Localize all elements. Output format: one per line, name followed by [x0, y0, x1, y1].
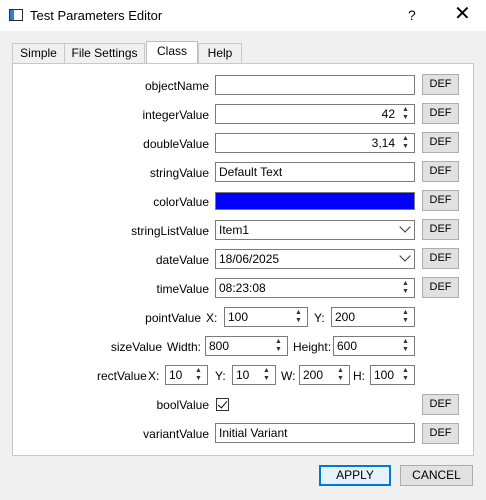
tab-simple[interactable]: Simple	[12, 43, 65, 63]
spin-arrows-icon[interactable]: ▲ ▼	[191, 367, 206, 383]
app-window-icon	[9, 9, 23, 21]
rectvalue-label: rectValue	[97, 369, 147, 383]
colorvalue-label: colorValue	[153, 195, 209, 209]
stringlistvalue-def-button[interactable]: DEF	[422, 219, 459, 240]
spin-arrows-icon[interactable]: ▲ ▼	[398, 309, 413, 325]
datevalue-date-picker[interactable]: 18/06/2025	[215, 249, 415, 269]
stringlistvalue-value: Item1	[219, 223, 250, 237]
integervalue-value: 42	[381, 107, 395, 121]
rectvalue-w-label: W:	[281, 369, 296, 383]
objectname-def-button[interactable]: DEF	[422, 74, 459, 95]
class-tab-panel: objectName DEF integerValue 42 ▲ ▼ DEF do…	[12, 63, 474, 456]
stringvalue-label: stringValue	[149, 166, 209, 180]
spin-arrows-icon[interactable]: ▲ ▼	[333, 367, 348, 383]
tab-help[interactable]: Help	[198, 43, 242, 63]
spin-arrows-icon[interactable]: ▲ ▼	[398, 135, 413, 151]
spin-arrows-icon[interactable]: ▲ ▼	[271, 338, 286, 354]
sizevalue-height-value: 600	[337, 339, 358, 353]
pointvalue-label: pointValue	[145, 311, 201, 325]
colorvalue-def-button[interactable]: DEF	[422, 190, 459, 211]
stringlistvalue-combobox[interactable]: Item1	[215, 220, 415, 240]
rectvalue-x-spinbox[interactable]: 10 ▲ ▼	[165, 365, 208, 385]
stringlistvalue-label: stringListValue	[131, 224, 209, 238]
timevalue-def-button[interactable]: DEF	[422, 277, 459, 298]
tab-file-settings[interactable]: File Settings	[64, 43, 145, 63]
pointvalue-y-value: 200	[335, 310, 356, 324]
datevalue-def-button[interactable]: DEF	[422, 248, 459, 269]
integervalue-def-button[interactable]: DEF	[422, 103, 459, 124]
window-title: Test Parameters Editor	[30, 8, 163, 23]
close-icon[interactable]: ✕	[454, 3, 471, 25]
title-bar: Test Parameters Editor ? ✕	[0, 0, 486, 31]
help-icon[interactable]: ?	[408, 7, 416, 23]
boolvalue-def-button[interactable]: DEF	[422, 394, 459, 415]
sizevalue-width-label: Width:	[167, 340, 202, 354]
pointvalue-y-spinbox[interactable]: 200 ▲ ▼	[331, 307, 415, 327]
chevron-down-icon[interactable]	[399, 221, 411, 233]
integervalue-label: integerValue	[142, 108, 210, 122]
sizevalue-width-spinbox[interactable]: 800 ▲ ▼	[205, 336, 288, 356]
doublevalue-def-button[interactable]: DEF	[422, 132, 459, 153]
doublevalue-value: 3,14	[371, 136, 395, 150]
variantvalue-label: variantValue	[143, 427, 209, 441]
checkmark-icon	[217, 398, 228, 409]
rectvalue-h-value: 100	[374, 368, 395, 382]
rectvalue-y-value: 10	[236, 368, 250, 382]
timevalue-spinbox[interactable]: 08:23:08 ▲ ▼	[215, 278, 415, 298]
spin-arrows-icon[interactable]: ▲ ▼	[398, 106, 413, 122]
spin-arrows-icon[interactable]: ▲ ▼	[398, 338, 413, 354]
colorvalue-swatch[interactable]	[215, 192, 415, 210]
sizevalue-width-value: 800	[209, 339, 230, 353]
sizevalue-label: sizeValue	[110, 340, 162, 354]
pointvalue-y-label: Y:	[314, 311, 325, 325]
doublevalue-label: doubleValue	[143, 137, 209, 151]
rectvalue-y-spinbox[interactable]: 10 ▲ ▼	[232, 365, 276, 385]
boolvalue-label: boolValue	[156, 398, 210, 412]
rectvalue-x-value: 10	[169, 368, 183, 382]
datevalue-label: dateValue	[155, 253, 209, 267]
integervalue-spinbox[interactable]: 42 ▲ ▼	[215, 104, 415, 124]
rectvalue-h-label: H:	[353, 369, 365, 383]
timevalue-label: timeValue	[156, 282, 209, 296]
sizevalue-height-spinbox[interactable]: 600 ▲ ▼	[333, 336, 415, 356]
pointvalue-x-spinbox[interactable]: 100 ▲ ▼	[224, 307, 308, 327]
pointvalue-x-value: 100	[228, 310, 249, 324]
tab-class[interactable]: Class	[146, 41, 198, 63]
spin-arrows-icon[interactable]: ▲ ▼	[398, 280, 413, 296]
stringvalue-def-button[interactable]: DEF	[422, 161, 459, 182]
rectvalue-y-label: Y:	[215, 369, 226, 383]
stringvalue-input[interactable]: Default Text	[215, 162, 415, 182]
chevron-down-icon[interactable]	[399, 250, 411, 262]
datevalue-value: 18/06/2025	[219, 252, 280, 266]
objectname-input[interactable]	[215, 75, 415, 95]
spin-arrows-icon[interactable]: ▲ ▼	[259, 367, 274, 383]
apply-button[interactable]: APPLY	[319, 465, 391, 486]
rectvalue-w-spinbox[interactable]: 200 ▲ ▼	[299, 365, 350, 385]
variantvalue-def-button[interactable]: DEF	[422, 423, 459, 444]
rectvalue-h-spinbox[interactable]: 100 ▲ ▼	[370, 365, 415, 385]
sizevalue-height-label: Height:	[293, 340, 332, 354]
spin-arrows-icon[interactable]: ▲ ▼	[398, 367, 413, 383]
doublevalue-spinbox[interactable]: 3,14 ▲ ▼	[215, 133, 415, 153]
cancel-button[interactable]: CANCEL	[400, 465, 473, 486]
pointvalue-x-label: X:	[206, 311, 218, 325]
timevalue-value: 08:23:08	[219, 281, 266, 295]
objectname-label: objectName	[144, 79, 209, 93]
spin-arrows-icon[interactable]: ▲ ▼	[291, 309, 306, 325]
boolvalue-checkbox[interactable]	[216, 398, 229, 411]
variantvalue-input[interactable]: Initial Variant	[215, 423, 415, 443]
rectvalue-w-value: 200	[303, 368, 324, 382]
rectvalue-x-label: X:	[148, 369, 160, 383]
